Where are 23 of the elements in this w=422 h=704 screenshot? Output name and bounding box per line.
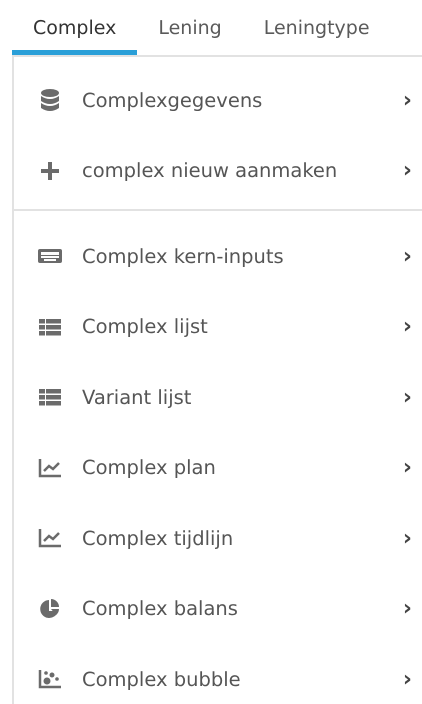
chevron-icon: › bbox=[402, 240, 412, 273]
menu-item[interactable]: Complex bubble › bbox=[14, 644, 422, 704]
tab[interactable]: Lening bbox=[137, 0, 243, 55]
menu-item[interactable]: Complex lijst › bbox=[14, 292, 422, 362]
chevron-icon: › bbox=[402, 380, 412, 414]
menu-item[interactable]: Complexgegevens › bbox=[14, 65, 422, 136]
menu-item[interactable]: Complex balans › bbox=[14, 574, 422, 644]
menu-item[interactable]: Complex tijdlijn › bbox=[14, 503, 422, 574]
menu-item[interactable]: Variant lijst › bbox=[14, 362, 422, 432]
chevron-icon: › bbox=[402, 84, 412, 117]
chevron-icon: › bbox=[402, 451, 412, 484]
menu-item[interactable]: complex nieuw aanmaken › bbox=[14, 136, 422, 206]
line-chart-icon bbox=[36, 526, 64, 550]
tab[interactable]: Complex bbox=[12, 0, 138, 55]
chevron-icon: › bbox=[402, 522, 412, 555]
menu-item[interactable]: Complex kern-inputs › bbox=[14, 221, 422, 292]
menu-item[interactable]: Complex plan › bbox=[14, 432, 422, 503]
chevron-icon: › bbox=[402, 154, 412, 188]
scatter-chart-icon bbox=[36, 667, 64, 692]
tab[interactable]: Leningtype bbox=[242, 0, 391, 55]
chevron-icon: › bbox=[402, 662, 412, 696]
chevron-icon: › bbox=[402, 310, 412, 344]
chevron-icon: › bbox=[402, 592, 412, 626]
